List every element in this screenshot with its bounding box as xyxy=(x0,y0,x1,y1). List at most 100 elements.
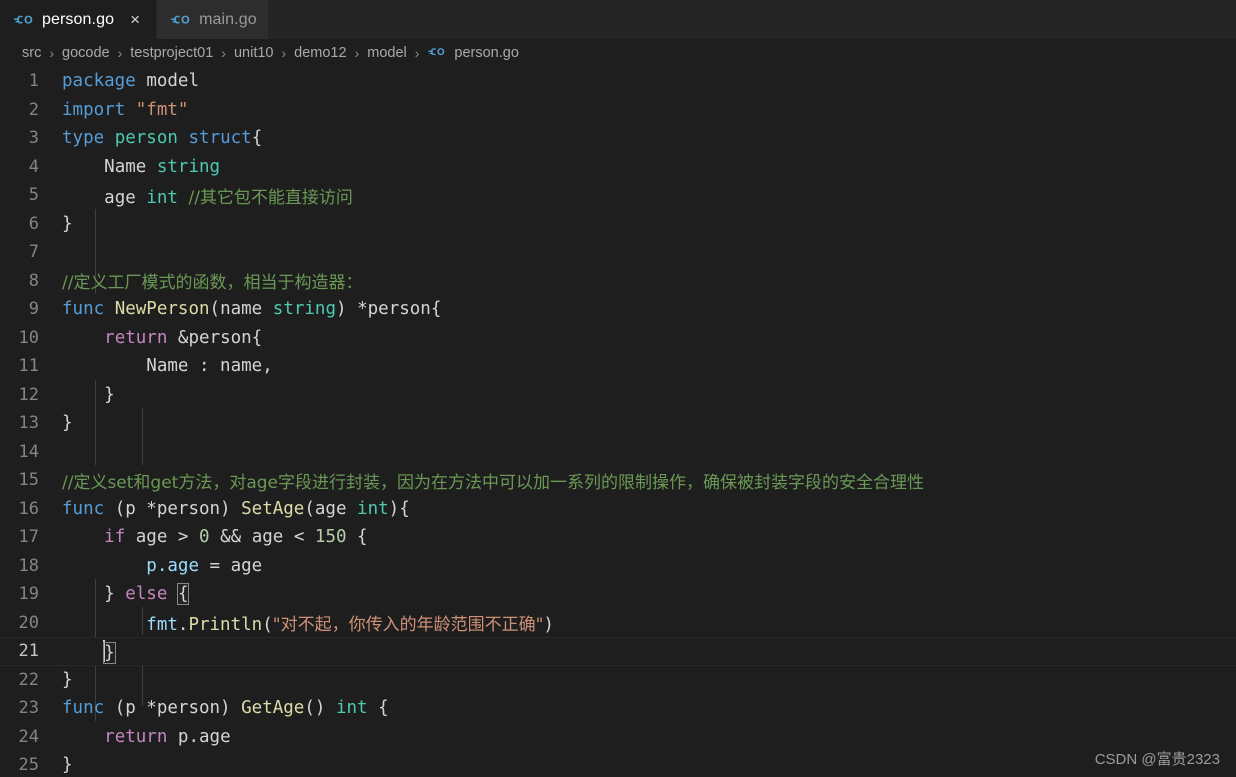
token-field: Name xyxy=(104,156,147,177)
close-icon[interactable]: × xyxy=(125,10,145,30)
tab-bar-empty-space xyxy=(268,0,1236,39)
code-line[interactable]: 23 func (p *person) GetAge() int { xyxy=(0,694,1236,723)
code-line[interactable]: 12 } xyxy=(0,381,1236,410)
token-operator: = xyxy=(198,555,231,576)
code-text: type person struct{ xyxy=(62,128,262,148)
code-text: fmt.Println("对不起，你传入的年龄范围不正确") xyxy=(62,610,554,635)
token-paren: ) xyxy=(388,498,400,519)
token-receiver: (p *person) xyxy=(104,498,242,519)
code-line[interactable]: 13 } xyxy=(0,409,1236,438)
token-object-field: p.age xyxy=(146,555,199,576)
code-line[interactable]: 16 func (p *person) SetAge(age int){ xyxy=(0,495,1236,524)
code-line-active[interactable]: 21 } xyxy=(0,637,1236,666)
tab-main-go[interactable]: main.go xyxy=(157,0,269,39)
code-line[interactable]: 20 fmt.Println("对不起，你传入的年龄范围不正确") xyxy=(0,609,1236,638)
token-comment: //定义set和get方法，对age字段进行封装，因为在方法中可以加一系列的限制… xyxy=(62,472,925,493)
code-line[interactable]: 2 import "fmt" xyxy=(0,96,1236,125)
chevron-right-icon: › xyxy=(281,45,287,61)
chevron-right-icon: › xyxy=(221,45,226,61)
breadcrumb-label: unit10 xyxy=(233,45,274,61)
line-number: 4 xyxy=(28,156,39,177)
code-editor[interactable]: 1 package model 2 import "fmt" 3 type pe… xyxy=(0,67,1236,777)
code-line[interactable]: 19 } else { xyxy=(0,580,1236,609)
token-brace: } xyxy=(104,584,126,605)
code-line[interactable]: 6 } xyxy=(0,210,1236,239)
breadcrumb-item-unit10[interactable]: unit10 xyxy=(232,45,276,61)
code-text: p.age = age xyxy=(62,556,262,576)
token-operator: && age < xyxy=(209,527,315,548)
breadcrumb-label: src xyxy=(22,45,42,61)
code-line[interactable]: 1 package model xyxy=(0,67,1236,96)
line-number: 5 xyxy=(28,185,39,206)
token-keyword: func xyxy=(62,498,105,519)
token-paren: ( xyxy=(304,498,315,519)
code-line[interactable]: 3 type person struct{ xyxy=(0,124,1236,153)
breadcrumb-item-testproject01[interactable]: testproject01 xyxy=(128,45,215,61)
token-condition-lhs: age > xyxy=(125,527,199,548)
code-line[interactable]: 24 return p.age xyxy=(0,723,1236,752)
code-line[interactable]: 15 //定义set和get方法，对age字段进行封装，因为在方法中可以加一系列… xyxy=(0,466,1236,495)
tab-label: main.go xyxy=(199,10,257,28)
token-return-type: *person xyxy=(346,299,431,320)
token-keyword: package xyxy=(62,71,136,92)
code-line[interactable]: 5 age int //其它包不能直接访问 xyxy=(0,181,1236,210)
line-number: 23 xyxy=(18,698,39,719)
code-text: } xyxy=(62,413,73,433)
go-file-icon xyxy=(170,12,192,28)
code-line[interactable]: 17 if age > 0 && age < 150 { xyxy=(0,523,1236,552)
code-line[interactable]: 22 } xyxy=(0,666,1236,695)
line-number: 22 xyxy=(18,669,39,690)
code-line[interactable]: 7 xyxy=(0,238,1236,267)
code-text: } else { xyxy=(62,583,190,606)
token-string: "对不起，你传入的年龄范围不正确" xyxy=(272,615,544,636)
token-paren: ( xyxy=(209,299,221,320)
code-line[interactable]: 8 //定义工厂模式的函数，相当于构造器： xyxy=(0,267,1236,296)
breadcrumb-item-person-go[interactable]: person.go xyxy=(425,45,521,61)
code-line[interactable]: 25 } xyxy=(0,751,1236,777)
tab-person-go[interactable]: person.go × xyxy=(0,0,158,39)
code-line[interactable]: 4 Name string xyxy=(0,153,1236,182)
token-function: Println xyxy=(188,615,263,636)
code-line[interactable]: 9 func NewPerson(name string) *person{ xyxy=(0,295,1236,324)
code-line[interactable]: 18 p.age = age xyxy=(0,552,1236,581)
tab-label: person.go xyxy=(42,10,115,28)
breadcrumb-item-src[interactable]: src xyxy=(20,45,43,61)
token-string: "fmt" xyxy=(135,99,189,120)
breadcrumb-item-gocode[interactable]: gocode xyxy=(60,45,112,61)
line-number: 15 xyxy=(18,470,39,491)
chevron-right-icon: › xyxy=(354,45,360,61)
token-function: NewPerson xyxy=(114,299,210,320)
token-paren: ) xyxy=(543,615,554,636)
code-text: import "fmt" xyxy=(62,100,188,120)
token-brace: } xyxy=(62,755,73,776)
code-line[interactable]: 14 xyxy=(0,438,1236,467)
line-number: 13 xyxy=(18,413,39,434)
breadcrumb-item-model[interactable]: model xyxy=(365,45,409,61)
code-text: } xyxy=(62,755,73,775)
breadcrumb-item-demo12[interactable]: demo12 xyxy=(292,45,348,61)
line-number: 9 xyxy=(28,299,39,320)
token-receiver: (p *person) xyxy=(104,698,242,719)
code-line[interactable]: 11 Name : name, xyxy=(0,352,1236,381)
line-number: 21 xyxy=(18,641,39,662)
breadcrumb-label: model xyxy=(367,45,407,61)
code-text: } xyxy=(62,214,73,234)
code-line[interactable]: 10 return &person{ xyxy=(0,324,1236,353)
token-brace: } xyxy=(62,213,73,234)
token-brace: { xyxy=(346,527,368,548)
line-number: 1 xyxy=(28,71,39,92)
token-expression: p.age xyxy=(177,726,231,747)
code-text: package model xyxy=(62,71,199,91)
token-brace: } xyxy=(104,384,115,405)
token-brace: { xyxy=(367,698,389,719)
go-file-icon xyxy=(13,12,35,28)
breadcrumb-label: person.go xyxy=(454,45,519,61)
token-type: string xyxy=(272,299,336,320)
